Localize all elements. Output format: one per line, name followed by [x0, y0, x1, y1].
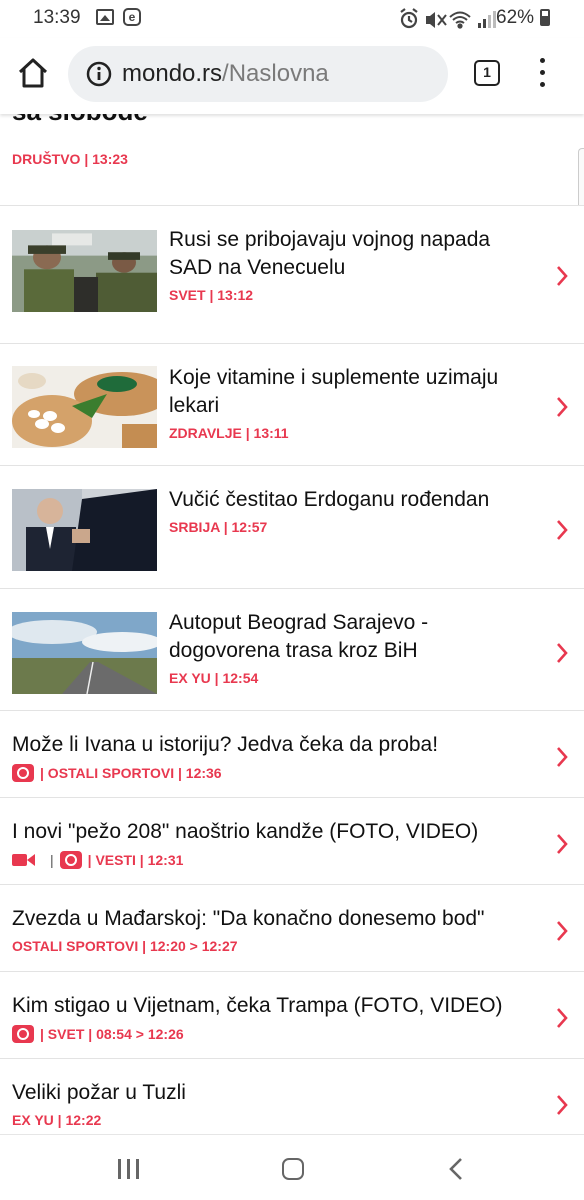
status-bar: 13:39 e 62%: [0, 0, 584, 38]
url-text: mondo.rs/Naslovna: [122, 60, 329, 88]
article-title[interactable]: Može li Ivana u istoriju? Jedva čeka da …: [12, 731, 542, 759]
address-bar[interactable]: mondo.rs/Naslovna: [68, 46, 448, 102]
article-title[interactable]: Koje vitamine i suplemente uzimaju lekar…: [169, 364, 539, 420]
status-icons: [400, 8, 496, 29]
article-item[interactable]: Kim stigao u Vijetnam, čeka Trampa (FOTO…: [0, 971, 584, 1058]
recents-icon[interactable]: [118, 1159, 140, 1179]
chevron-right-icon[interactable]: [555, 1094, 569, 1116]
home-icon[interactable]: [16, 56, 50, 90]
alarm-icon: [400, 8, 418, 29]
article-item[interactable]: Može li Ivana u istoriju? Jedva čeka da …: [0, 710, 584, 797]
chevron-right-icon[interactable]: [555, 519, 569, 541]
chevron-right-icon[interactable]: [555, 833, 569, 855]
partial-article-title[interactable]: sa slobode: [12, 114, 148, 127]
browser-toolbar: mondo.rs/Naslovna 1: [0, 38, 584, 114]
news-feed: sa slobode DRUŠTVO | 13:23 Rusi se pribo…: [0, 114, 584, 1134]
article-item[interactable]: Veliki požar u Tuzli EX YU | 12:22: [0, 1058, 584, 1134]
chevron-right-icon[interactable]: [555, 746, 569, 768]
chevron-right-icon[interactable]: [555, 642, 569, 664]
article-meta: | SVET | 08:54 > 12:26: [40, 1026, 184, 1042]
article-title[interactable]: Kim stigao u Vijetnam, čeka Trampa (FOTO…: [12, 992, 542, 1020]
url-domain: mondo.rs: [122, 60, 223, 87]
article-title[interactable]: I novi "pežo 208" naoštrio kandže (FOTO,…: [12, 818, 542, 846]
article-thumbnail: [12, 230, 157, 312]
mute-icon: [426, 12, 447, 28]
article-meta: EX YU | 12:54: [169, 670, 259, 686]
article-item[interactable]: Koje vitamine i suplemente uzimaju lekar…: [0, 343, 584, 465]
article-title[interactable]: Rusi se pribojavaju vojnog napada SAD na…: [169, 226, 539, 282]
article-meta: EX YU | 12:22: [12, 1112, 102, 1128]
chevron-right-icon[interactable]: [555, 920, 569, 942]
chevron-right-icon[interactable]: [555, 1007, 569, 1029]
partial-article-meta: DRUŠTVO | 13:23: [12, 151, 128, 167]
article-title[interactable]: Veliki požar u Tuzli: [12, 1079, 542, 1107]
chevron-right-icon[interactable]: [555, 265, 569, 287]
tab-switcher-button[interactable]: 1: [474, 60, 500, 86]
article-meta: SVET | 13:12: [169, 287, 254, 303]
more-menu-icon[interactable]: [532, 56, 552, 90]
photo-gallery-icon: [12, 764, 34, 782]
e-notification-icon: e: [123, 8, 141, 26]
system-navigation-bar: [0, 1134, 584, 1200]
article-meta: OSTALI SPORTOVI | 12:20 > 12:27: [12, 938, 238, 954]
article-item[interactable]: Rusi se pribojavaju vojnog napada SAD na…: [0, 205, 584, 343]
meta-separator: |: [50, 852, 54, 868]
article-meta: | OSTALI SPORTOVI | 12:36: [40, 765, 222, 781]
chevron-right-icon[interactable]: [555, 396, 569, 418]
url-path: /Naslovna: [222, 60, 329, 87]
photo-gallery-icon: [12, 1025, 34, 1043]
signal-icon: [478, 11, 496, 28]
gallery-notification-icon: [96, 9, 114, 25]
article-item[interactable]: I novi "pežo 208" naoštrio kandže (FOTO,…: [0, 797, 584, 884]
back-icon[interactable]: [448, 1157, 464, 1181]
article-title[interactable]: Vučić čestitao Erdoganu rođendan: [169, 486, 539, 514]
battery-icon: [540, 9, 550, 26]
article-meta: SRBIJA | 12:57: [169, 519, 268, 535]
info-icon[interactable]: [86, 61, 112, 87]
battery-percent: 62%: [496, 7, 535, 28]
article-thumbnail: [12, 612, 157, 694]
article-item[interactable]: Vučić čestitao Erdoganu rođendan SRBIJA …: [0, 465, 584, 588]
article-title[interactable]: Zvezda u Mađarskoj: "Da konačno donesemo…: [12, 905, 542, 933]
status-time: 13:39: [33, 7, 81, 28]
video-icon: [12, 853, 36, 867]
home-nav-icon[interactable]: [282, 1158, 304, 1180]
photo-gallery-icon: [59, 851, 82, 869]
article-meta: | VESTI | 12:31: [87, 852, 184, 868]
article-meta-row: | SVET | 08:54 > 12:26: [12, 1025, 184, 1043]
article-title[interactable]: Autoput Beograd Sarajevo - dogovorena tr…: [169, 609, 539, 665]
article-meta-row: | | VESTI | 12:31: [12, 851, 183, 869]
wifi-icon: [449, 11, 471, 29]
article-meta-row: | OSTALI SPORTOVI | 12:36: [12, 764, 222, 782]
article-item[interactable]: Zvezda u Mađarskoj: "Da konačno donesemo…: [0, 884, 584, 971]
article-meta: ZDRAVLJE | 13:11: [169, 425, 289, 441]
article-thumbnail: [12, 366, 157, 448]
article-thumbnail: [12, 489, 157, 571]
article-item[interactable]: Autoput Beograd Sarajevo - dogovorena tr…: [0, 588, 584, 710]
